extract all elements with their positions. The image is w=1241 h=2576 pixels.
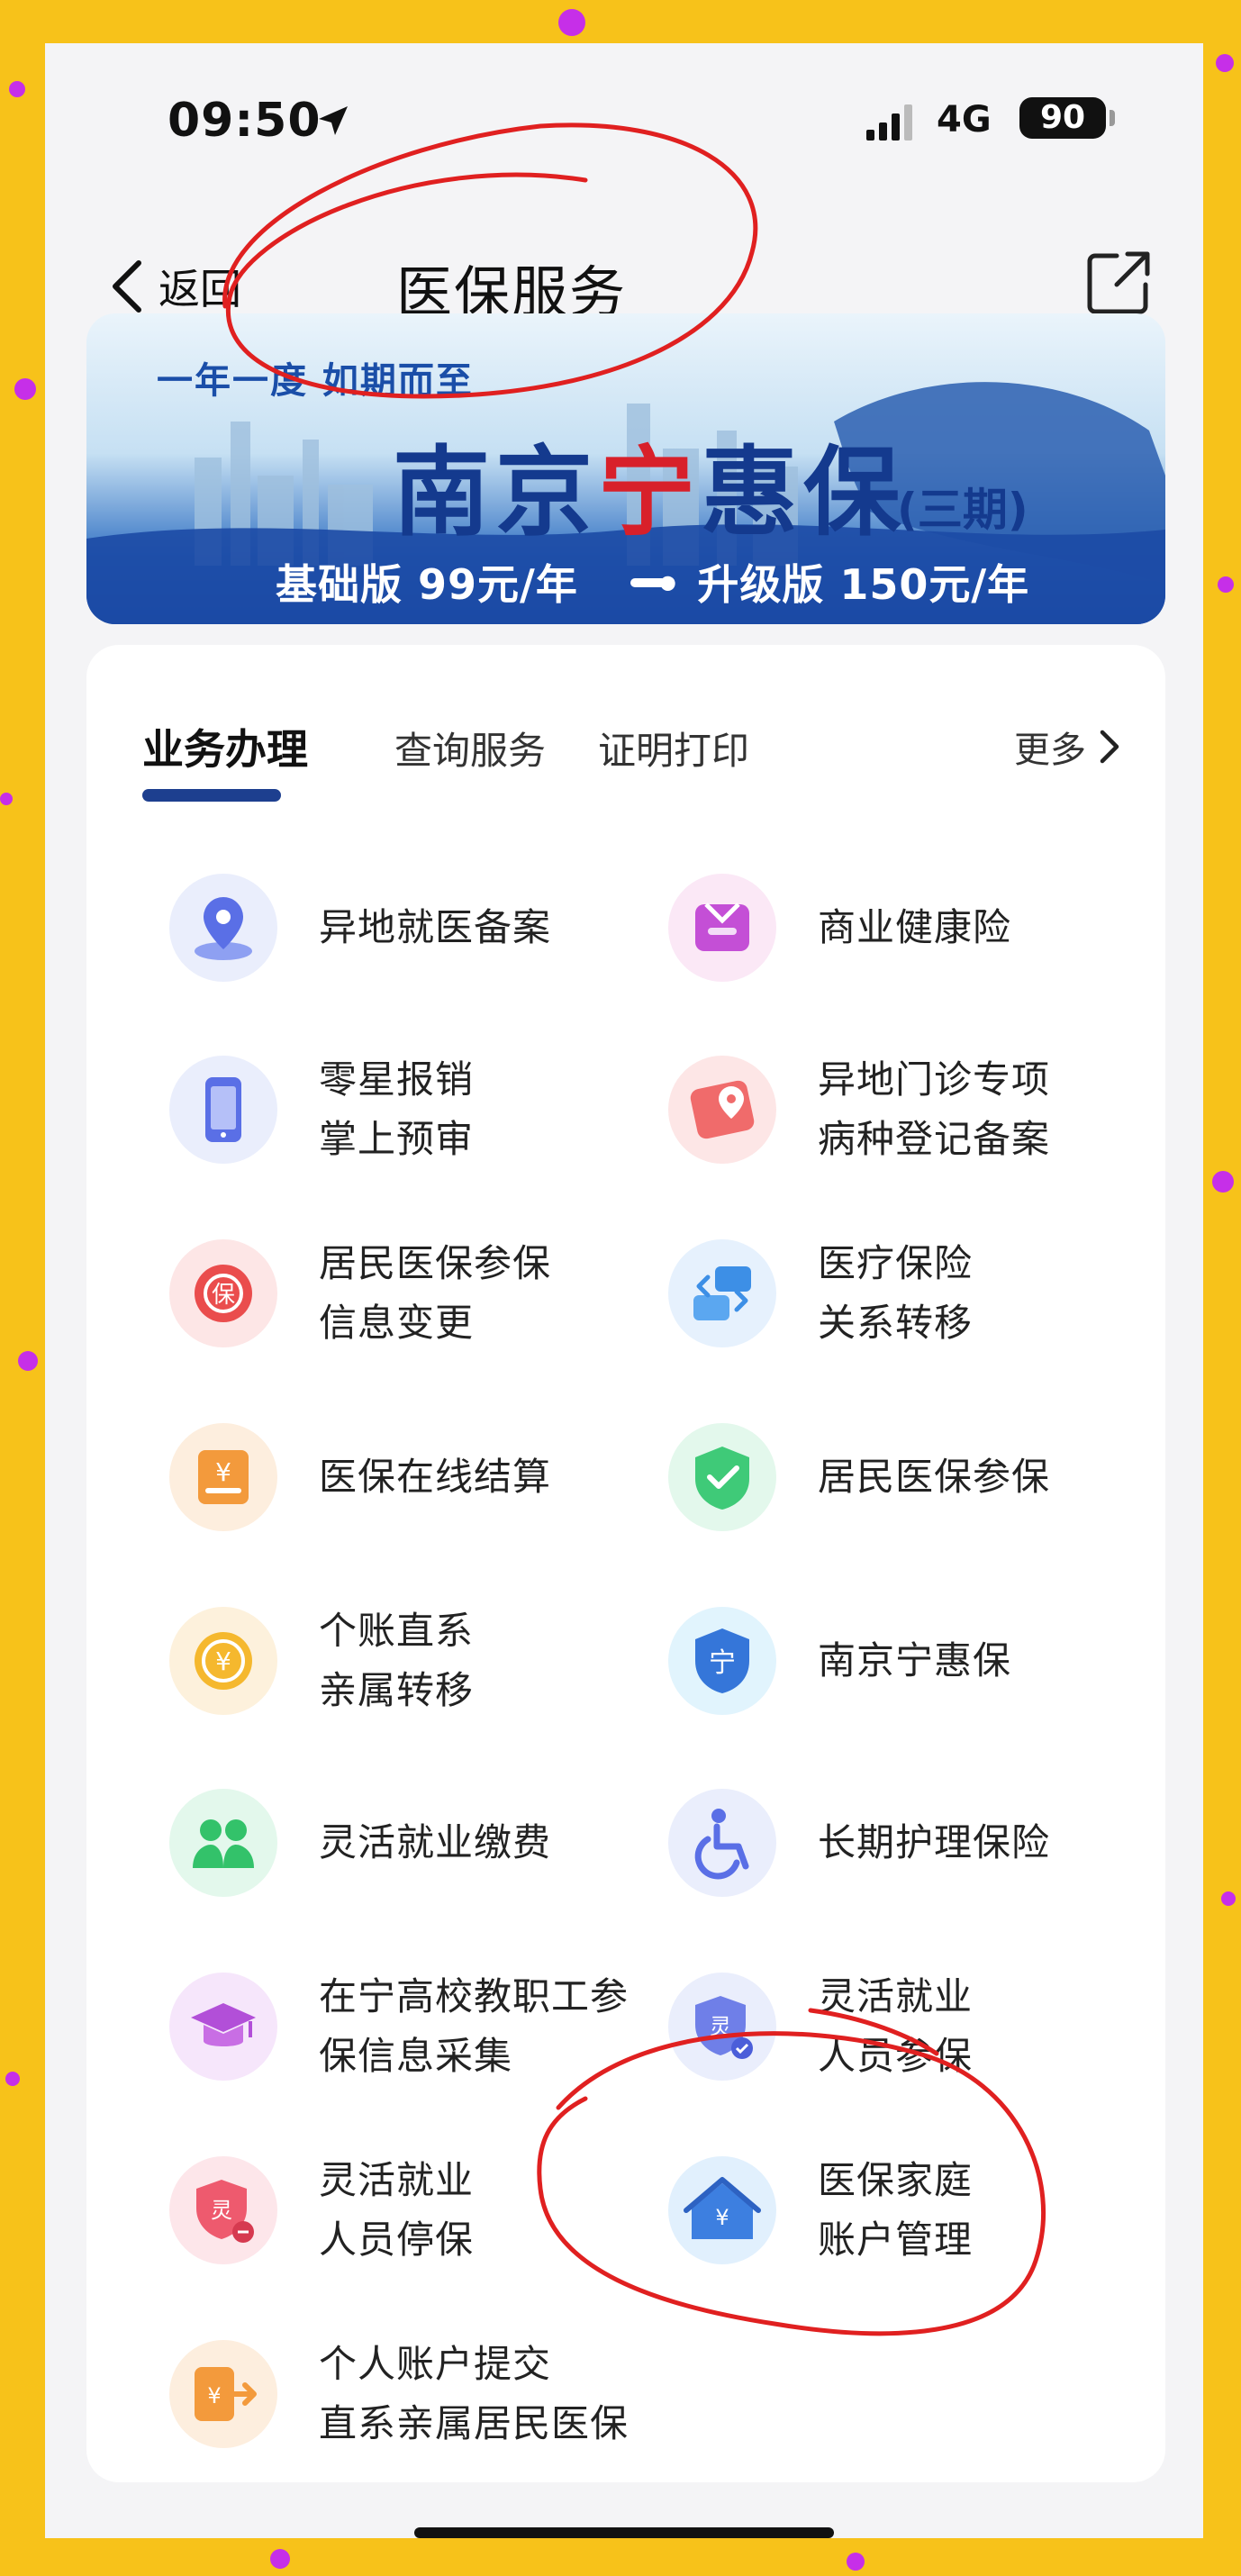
- map-pin-icon: [668, 1056, 776, 1164]
- svg-text:¥: ¥: [215, 1457, 231, 1487]
- service-label: 居民医保参保 信息变更: [319, 1241, 552, 1345]
- svg-text:宁: 宁: [709, 1647, 736, 1679]
- service-item[interactable]: 居民医保参保: [668, 1396, 1155, 1549]
- service-item[interactable]: 灵 灵活就业 人员参保: [668, 1946, 1155, 2099]
- phone-screen: 09:50 4G 90 返回 医保服务 一年一度 如期而至 南京宁惠保 (三期)…: [45, 43, 1203, 2538]
- service-tabs: 业务办理 查询服务 证明打印 更多: [86, 645, 1165, 802]
- service-label: 南京宁惠保: [818, 1638, 1012, 1683]
- shield-box-icon: [668, 874, 776, 982]
- banner-price-upgrade: • 升级版 150元/年: [654, 560, 1030, 609]
- service-item[interactable]: ¥ 个账直系 亲属转移: [169, 1580, 656, 1733]
- service-label: 灵活就业 人员参保: [818, 1974, 974, 2078]
- check-shield-icon: [668, 1423, 776, 1531]
- banner-slogan: 一年一度 如期而至: [157, 360, 474, 402]
- home-indicator: [414, 2527, 834, 2538]
- wheelchair-icon: [668, 1789, 776, 1897]
- service-label: 个人账户提交 直系亲属居民医保: [319, 2342, 630, 2445]
- banner-title: 南京宁惠保: [393, 414, 906, 555]
- transfer-icon: [668, 1239, 776, 1347]
- share-external-icon[interactable]: [1084, 247, 1155, 317]
- service-item[interactable]: 在宁高校教职工参 保信息采集: [169, 1946, 656, 2099]
- service-item[interactable]: ¥ 医保在线结算: [169, 1396, 656, 1549]
- ning-shield-icon: 宁: [668, 1607, 776, 1715]
- location-pin-icon: [169, 874, 277, 982]
- service-label: 零星报销 掌上预审: [319, 1057, 475, 1161]
- family-house-icon: ¥: [668, 2156, 776, 2264]
- banner-subtitle: (三期): [897, 484, 1028, 536]
- chevron-right-icon: [1100, 730, 1119, 764]
- chevron-left-icon: [113, 260, 141, 313]
- graduation-cap-icon: [169, 1973, 277, 2081]
- service-item[interactable]: 零星报销 掌上预审: [169, 1029, 656, 1182]
- service-item[interactable]: 灵活就业缴费: [169, 1762, 656, 1915]
- svg-text:灵: 灵: [710, 2014, 731, 2039]
- svg-text:¥: ¥: [215, 1646, 231, 1676]
- people-icon: [169, 1789, 277, 1897]
- banner-title-pre: 南京: [393, 437, 599, 549]
- promo-banner[interactable]: 一年一度 如期而至 南京宁惠保 (三期) 基础版 99元/年 • 升级版 150…: [86, 313, 1165, 624]
- location-arrow-icon: [319, 106, 348, 135]
- service-label: 商业健康险: [818, 905, 1012, 949]
- tab-business[interactable]: 业务办理: [142, 717, 308, 776]
- service-item[interactable]: 异地门诊专项 病种登记备案: [668, 1029, 1155, 1182]
- svg-text:保: 保: [212, 1282, 235, 1309]
- account-export-icon: ¥: [169, 2340, 277, 2448]
- service-item[interactable]: 保 居民医保参保 信息变更: [169, 1212, 656, 1365]
- service-item[interactable]: 商业健康险: [668, 847, 1155, 1000]
- active-tab-indicator: [142, 789, 281, 802]
- tab-query[interactable]: 查询服务: [394, 721, 546, 776]
- more-label: 更多: [1014, 730, 1086, 771]
- signal-icon: [866, 104, 912, 141]
- back-button[interactable]: 返回: [108, 250, 241, 322]
- service-label: 医保家庭 账户管理: [818, 2158, 974, 2262]
- more-button[interactable]: 更多: [1014, 721, 1120, 773]
- service-label: 长期护理保险: [818, 1820, 1051, 1864]
- banner-title-highlight: 宁: [598, 437, 702, 549]
- ling-check-icon: 灵: [668, 1973, 776, 2081]
- banner-title-post: 惠保: [701, 437, 907, 549]
- yen-coin-icon: ¥: [169, 1607, 277, 1715]
- service-label: 在宁高校教职工参 保信息采集: [319, 1974, 630, 2078]
- service-label: 个账直系 亲属转移: [319, 1609, 475, 1712]
- yen-receipt-icon: ¥: [169, 1423, 277, 1531]
- service-item[interactable]: ¥ 医保家庭 账户管理: [668, 2129, 1155, 2282]
- mobile-phone-icon: [169, 1056, 277, 1164]
- service-item[interactable]: 异地就医备案: [169, 847, 656, 1000]
- bao-refresh-icon: 保: [169, 1239, 277, 1347]
- tab-certificate[interactable]: 证明打印: [598, 721, 749, 776]
- service-label: 灵活就业缴费: [319, 1820, 552, 1864]
- ling-minus-icon: 灵: [169, 2156, 277, 2264]
- svg-text:¥: ¥: [207, 2383, 221, 2408]
- service-label: 灵活就业 人员停保: [319, 2158, 475, 2262]
- status-bar: 09:50 4G 90: [45, 43, 1203, 223]
- service-item[interactable]: ¥ 个人账户提交 直系亲属居民医保: [169, 2313, 656, 2466]
- svg-text:灵: 灵: [211, 2198, 232, 2223]
- service-label: 异地就医备案: [319, 905, 552, 949]
- back-label: 返回: [159, 265, 241, 313]
- network-type: 4G: [937, 99, 992, 141]
- battery-indicator: 90: [1019, 97, 1106, 139]
- service-label: 医保在线结算: [319, 1455, 552, 1499]
- status-time: 09:50: [168, 94, 322, 148]
- service-label: 居民医保参保: [818, 1455, 1051, 1499]
- banner-pagination: [625, 573, 672, 590]
- service-card: 业务办理 查询服务 证明打印 更多 异地就医备案 商业健康险 零星报销 掌上预审…: [86, 645, 1165, 2482]
- service-item[interactable]: 灵 灵活就业 人员停保: [169, 2129, 656, 2282]
- service-label: 医疗保险 关系转移: [818, 1241, 974, 1345]
- service-item[interactable]: 长期护理保险: [668, 1762, 1155, 1915]
- service-label: 异地门诊专项 病种登记备案: [818, 1057, 1051, 1161]
- svg-text:¥: ¥: [715, 2205, 729, 2230]
- service-item[interactable]: 医疗保险 关系转移: [668, 1212, 1155, 1365]
- battery-tip: [1110, 110, 1115, 126]
- banner-price-basic: 基础版 99元/年: [276, 560, 578, 609]
- service-item[interactable]: 宁 南京宁惠保: [668, 1580, 1155, 1733]
